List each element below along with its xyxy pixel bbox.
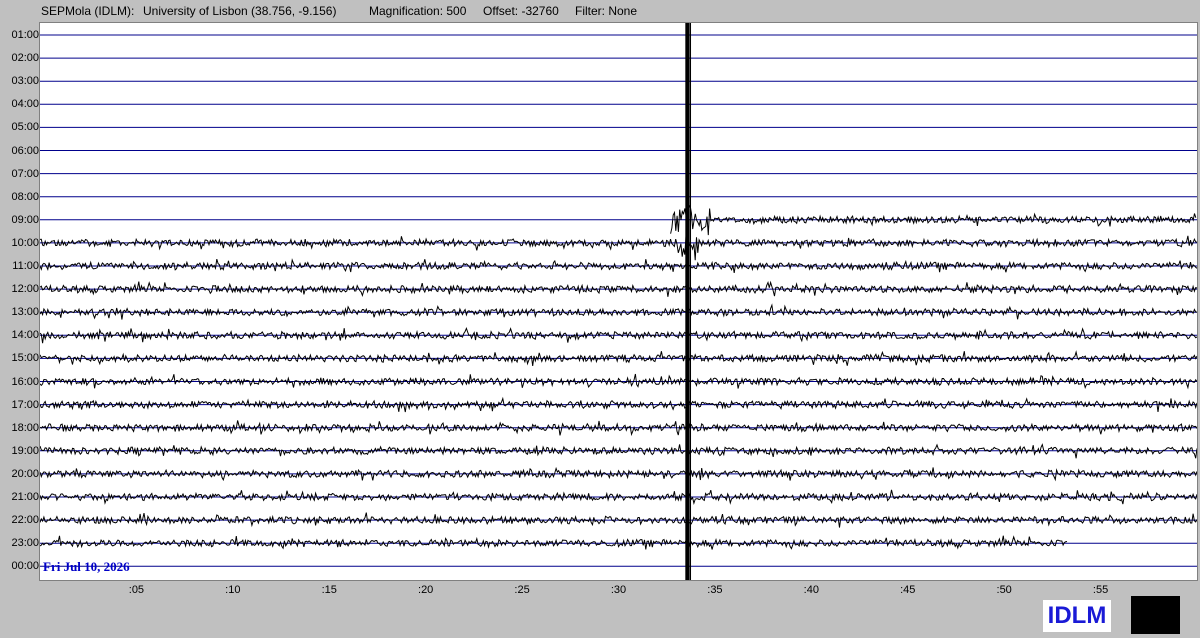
station-name: SEPMola (IDLM): (41, 4, 135, 18)
hour-tick-label: 16:00 (11, 375, 39, 388)
minute-tick-label: :25 (514, 584, 530, 596)
hour-tick-label: 15:00 (11, 352, 39, 365)
hour-tick-label: 04:00 (11, 98, 39, 111)
hour-tick-label: 23:00 (11, 537, 39, 550)
hour-tick-label: 17:00 (11, 398, 39, 411)
seismogram-plot (39, 22, 1198, 581)
station-code-badge: IDLM (1043, 600, 1111, 632)
seismic-trace-row (40, 535, 1068, 550)
minute-tick-label: :55 (1092, 584, 1109, 596)
station-location: University of Lisbon (38.756, -9.156) (143, 4, 337, 18)
magnification-readout: Magnification: 500 (369, 4, 467, 18)
hour-tick-label: 21:00 (11, 491, 39, 503)
hour-tick-label: 01:00 (11, 29, 39, 41)
status-indicator-box (1131, 596, 1180, 634)
hour-tick-label: 09:00 (11, 213, 39, 226)
hour-tick-label: 12:00 (11, 283, 39, 296)
hour-tick-label: 08:00 (11, 190, 39, 203)
hour-tick-label: 13:00 (11, 306, 39, 319)
hour-tick-label: 06:00 (11, 144, 39, 157)
minute-tick-label: :40 (803, 584, 819, 596)
filter-readout: Filter: None (575, 4, 638, 18)
seismic-trace-row (40, 233, 1197, 261)
minute-tick-label: :35 (707, 584, 723, 596)
hour-tick-label: 02:00 (11, 52, 39, 65)
seismic-trace-row (40, 396, 1197, 413)
seismic-trace-row (40, 443, 1197, 459)
minute-tick-label: :20 (418, 584, 434, 596)
hour-tick-label: 19:00 (11, 444, 39, 457)
hour-tick-label: 05:00 (11, 121, 39, 134)
minute-tick-label: :45 (900, 584, 916, 596)
minute-tick-label: :05 (128, 584, 145, 596)
hour-tick-label: 00:00 (11, 560, 39, 573)
hour-tick-label: 22:00 (11, 514, 39, 527)
hour-tick-label: 10:00 (11, 236, 39, 249)
seismogram-svg (40, 23, 1197, 580)
hour-tick-label: 07:00 (11, 167, 39, 180)
hour-tick-label: 11:00 (12, 260, 39, 272)
date-label: Fri Jul 10, 2026 (43, 559, 130, 574)
seismic-trace-row (670, 204, 1197, 236)
hour-tick-label: 14:00 (11, 329, 39, 342)
hour-tick-label: 18:00 (11, 421, 39, 434)
header-bar: SEPMola (IDLM): University of Lisbon (38… (0, 0, 1200, 22)
hour-tick-label: 03:00 (11, 75, 39, 88)
hour-tick-label: 20:00 (11, 467, 39, 480)
offset-readout: Offset: -32760 (483, 4, 559, 18)
minute-tick-label: :15 (321, 584, 337, 596)
minute-tick-label: :10 (225, 584, 241, 596)
minute-tick-label: :30 (610, 584, 627, 596)
minute-tick-label: :50 (996, 584, 1012, 596)
